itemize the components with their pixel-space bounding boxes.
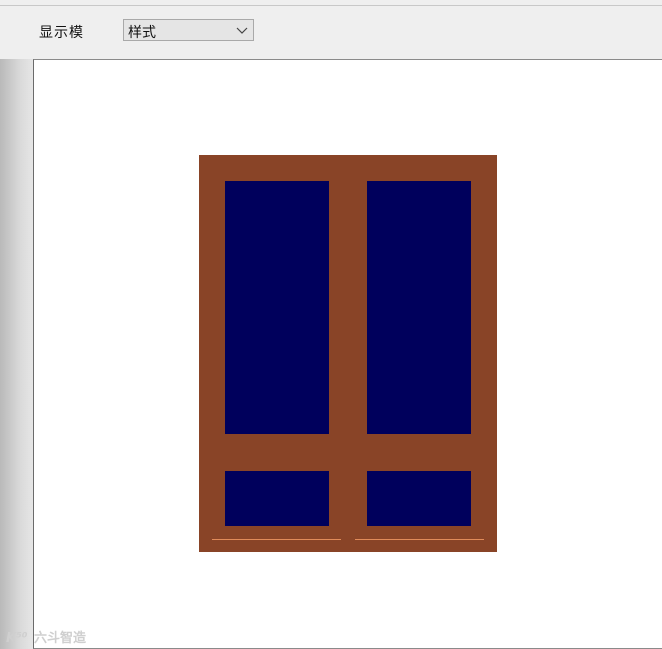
watermark: K⁵⁰ 六斗智造 xyxy=(6,627,86,646)
watermark-text: 六斗智造 xyxy=(34,631,87,646)
glass-pane-top-left[interactable] xyxy=(225,181,329,434)
chevron-down-icon xyxy=(236,27,248,34)
window-frame-drawing[interactable] xyxy=(199,155,497,552)
display-mode-label: 显示模 xyxy=(39,25,84,41)
sill-line-right xyxy=(355,539,484,540)
glass-pane-bottom-right[interactable] xyxy=(367,471,471,526)
top-divider xyxy=(0,5,662,6)
glass-pane-bottom-left[interactable] xyxy=(225,471,329,526)
display-mode-select[interactable]: 样式 xyxy=(123,19,254,41)
app-window: 显示模 样式 K⁵⁰ 六斗智造 xyxy=(0,0,662,649)
watermark-logo: K⁵⁰ xyxy=(6,631,28,646)
display-mode-value: 样式 xyxy=(128,25,156,41)
glass-pane-top-right[interactable] xyxy=(367,181,471,434)
left-side-panel xyxy=(0,59,33,649)
sill-line-left xyxy=(212,539,341,540)
